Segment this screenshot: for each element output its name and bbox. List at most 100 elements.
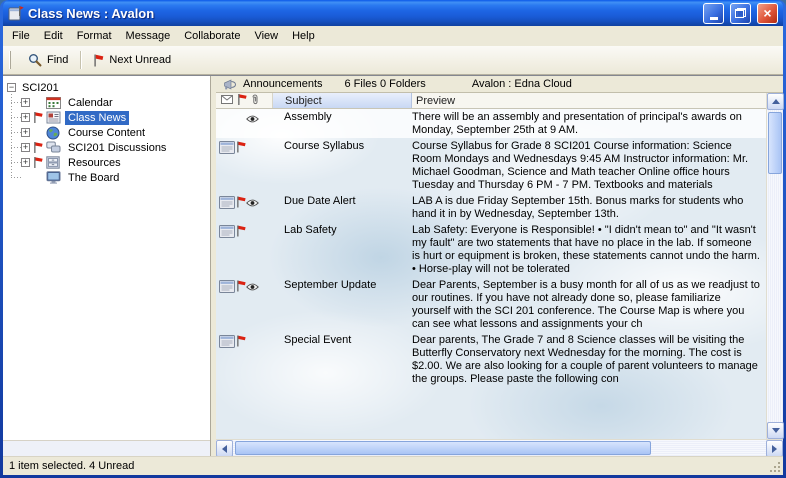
unread-flag-icon bbox=[236, 280, 246, 296]
menu-item-format[interactable]: Format bbox=[70, 27, 119, 45]
viewed-eye-icon bbox=[246, 195, 272, 210]
menu-item-edit[interactable]: Edit bbox=[37, 27, 70, 45]
toolbar-separator bbox=[80, 51, 81, 69]
unread-flag-icon bbox=[33, 157, 43, 168]
restore-button[interactable] bbox=[730, 3, 751, 24]
menu-item-view[interactable]: View bbox=[247, 27, 285, 45]
panel-title: Announcements bbox=[243, 78, 323, 90]
scroll-left-button[interactable] bbox=[216, 440, 233, 457]
message-subject: Special Event bbox=[272, 334, 412, 347]
unread-flag-icon bbox=[236, 225, 246, 241]
message-row-special-event[interactable]: Special Event Dear parents, The Grade 7 … bbox=[216, 332, 766, 387]
document-icon bbox=[219, 196, 235, 212]
tree-item-class-news[interactable]: + Class News bbox=[3, 110, 210, 125]
main-area: − SCI201 + Calendar + bbox=[3, 75, 783, 456]
tree-item-label: The Board bbox=[65, 171, 122, 185]
horizontal-scroll-thumb[interactable] bbox=[235, 441, 651, 455]
document-icon bbox=[219, 141, 235, 157]
menu-bar: File Edit Format Message Collaborate Vie… bbox=[3, 26, 783, 46]
expand-icon[interactable]: + bbox=[21, 158, 30, 167]
document-icon bbox=[219, 335, 235, 351]
message-subject: Lab Safety bbox=[272, 224, 412, 237]
expand-icon[interactable]: + bbox=[21, 128, 30, 137]
column-header-preview[interactable]: Preview bbox=[412, 93, 766, 108]
find-button[interactable]: Find bbox=[19, 49, 77, 71]
horizontal-scrollbar[interactable] bbox=[216, 439, 783, 456]
window-title: Class News : Avalon bbox=[28, 6, 697, 21]
message-pane: Announcements 6 Files 0 Folders Avalon :… bbox=[216, 76, 783, 456]
message-row-assembly[interactable]: Assembly There will be an assembly and p… bbox=[216, 109, 766, 138]
scroll-down-icon bbox=[772, 428, 780, 433]
message-subject: Due Date Alert bbox=[272, 195, 412, 208]
tree-children: + Calendar + bbox=[3, 95, 210, 185]
minimize-button[interactable] bbox=[703, 3, 724, 24]
menu-item-collaborate[interactable]: Collaborate bbox=[177, 27, 247, 45]
red-flag-icon bbox=[237, 94, 247, 108]
menu-item-file[interactable]: File bbox=[5, 27, 37, 45]
scroll-right-button[interactable] bbox=[766, 440, 783, 457]
close-button[interactable]: × bbox=[757, 3, 778, 24]
announcement-megaphone-icon bbox=[224, 79, 237, 90]
menu-item-message[interactable]: Message bbox=[119, 27, 178, 45]
vertical-scroll-thumb[interactable] bbox=[768, 112, 782, 174]
resize-grip[interactable] bbox=[769, 461, 782, 474]
scroll-down-button[interactable] bbox=[767, 422, 784, 439]
icon-columns-header[interactable] bbox=[216, 93, 272, 108]
tree-item-label: Class News bbox=[65, 111, 129, 125]
unread-flag-icon bbox=[33, 142, 43, 153]
tree-item-resources[interactable]: + Resources bbox=[3, 155, 210, 170]
tree-item-discussions[interactable]: + SCI201 Discussions bbox=[3, 140, 210, 155]
discussions-icon bbox=[46, 141, 62, 154]
vertical-scroll-track[interactable] bbox=[767, 110, 783, 422]
message-row-lab-safety[interactable]: Lab Safety Lab Safety: Everyone is Respo… bbox=[216, 222, 766, 277]
expand-icon[interactable]: + bbox=[21, 143, 30, 152]
message-row-september-update[interactable]: September Update Dear Parents, September… bbox=[216, 277, 766, 332]
restore-icon bbox=[735, 8, 746, 18]
tree-item-label: Resources bbox=[65, 156, 124, 170]
menu-item-help[interactable]: Help bbox=[285, 27, 322, 45]
scroll-up-icon bbox=[772, 99, 780, 104]
red-flag-icon bbox=[93, 54, 104, 67]
tree-item-course-content[interactable]: + Course Content bbox=[3, 125, 210, 140]
message-preview: There will be an assembly and presentati… bbox=[412, 111, 766, 137]
board-icon bbox=[46, 171, 62, 184]
content-icon bbox=[46, 126, 62, 140]
account-name: Avalon : Edna Cloud bbox=[472, 78, 572, 90]
toolbar: Find Next Unread bbox=[3, 46, 783, 75]
column-header-subject[interactable]: Subject bbox=[272, 93, 412, 108]
scroll-up-button[interactable] bbox=[767, 93, 784, 110]
message-row-course-syllabus[interactable]: Course Syllabus Course Syllabus for Grad… bbox=[216, 138, 766, 193]
scroll-right-icon bbox=[772, 445, 777, 453]
find-label: Find bbox=[47, 54, 68, 66]
folder-tree-pane: − SCI201 + Calendar + bbox=[3, 76, 211, 456]
app-icon bbox=[8, 5, 24, 21]
tree-item-the-board[interactable]: The Board bbox=[3, 170, 210, 185]
resources-icon bbox=[46, 156, 62, 169]
status-text: 1 item selected. 4 Unread bbox=[9, 460, 134, 472]
horizontal-scroll-track[interactable] bbox=[233, 440, 766, 456]
tree-item-calendar[interactable]: + Calendar bbox=[3, 95, 210, 110]
tree-item-label: Calendar bbox=[65, 96, 116, 110]
unread-flag-icon bbox=[236, 196, 246, 212]
message-subject: September Update bbox=[272, 279, 412, 292]
next-unread-button[interactable]: Next Unread bbox=[84, 50, 180, 71]
list-column: Subject Preview Assembly There will be a… bbox=[216, 93, 766, 439]
panel-header: Announcements 6 Files 0 Folders Avalon :… bbox=[216, 76, 783, 93]
tree-horizontal-scrollbar[interactable] bbox=[3, 440, 210, 456]
search-icon bbox=[28, 53, 42, 67]
tree-item-sci201[interactable]: − SCI201 bbox=[3, 80, 210, 95]
expand-icon[interactable]: + bbox=[21, 98, 30, 107]
collapse-icon[interactable]: − bbox=[7, 83, 16, 92]
expand-icon[interactable]: + bbox=[21, 113, 30, 122]
document-icon bbox=[219, 225, 235, 241]
scroll-left-icon bbox=[222, 445, 227, 453]
vertical-scrollbar[interactable] bbox=[766, 93, 783, 439]
message-row-due-date-alert[interactable]: Due Date Alert LAB A is due Friday Septe… bbox=[216, 193, 766, 222]
message-preview: Dear parents, The Grade 7 and 8 Science … bbox=[412, 334, 766, 386]
unread-flag-icon bbox=[236, 141, 246, 157]
document-icon bbox=[219, 280, 235, 296]
viewed-eye-icon bbox=[246, 111, 272, 126]
tree-item-label: SCI201 Discussions bbox=[65, 141, 169, 155]
toolbar-grip[interactable] bbox=[9, 51, 12, 69]
folder-tree: − SCI201 + Calendar + bbox=[3, 76, 210, 440]
